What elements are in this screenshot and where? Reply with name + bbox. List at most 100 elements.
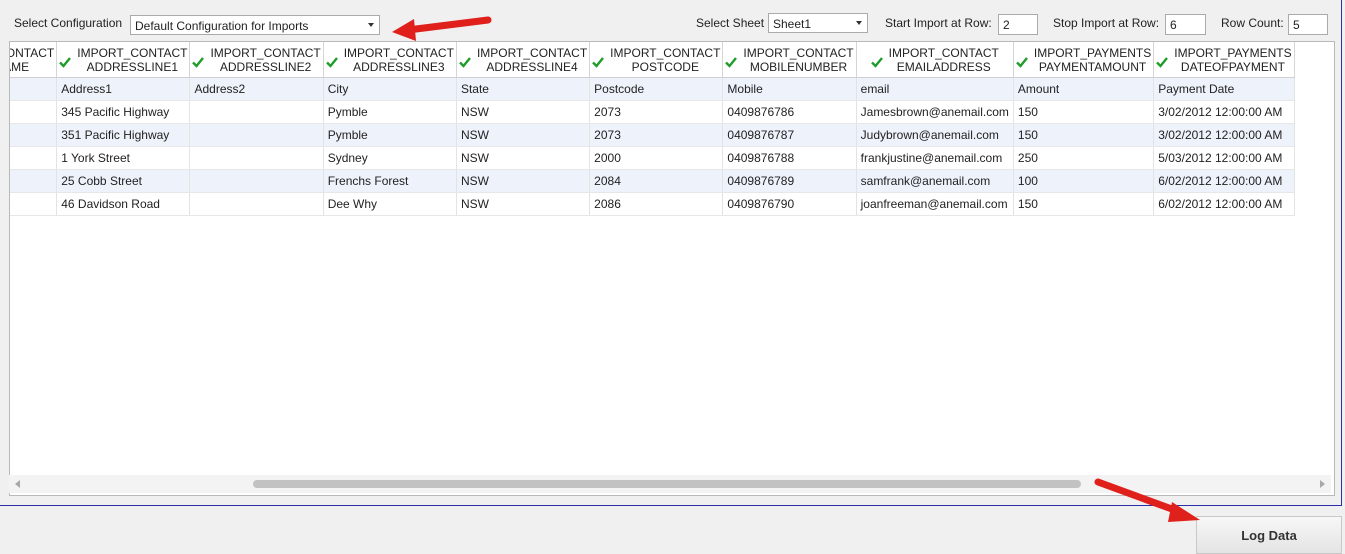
column-header[interactable]: IMPORT_CONTACT ADDRESSLINE3 xyxy=(323,42,457,78)
table-cell[interactable]: NSW xyxy=(456,169,591,193)
table-cell[interactable] xyxy=(189,146,324,170)
table-cell[interactable]: 5/03/2012 12:00:00 AM xyxy=(1153,146,1295,170)
table-cell[interactable]: Address2 xyxy=(189,77,324,101)
table-cell[interactable]: NSW xyxy=(456,100,591,124)
table-cell[interactable]: Jamesbrown@anemail.com xyxy=(856,100,1014,124)
column-header[interactable]: IMPORT_CONTACT EMAILADDRESS xyxy=(856,42,1014,78)
table-row[interactable]: 345 Pacific Highway Pymble NSW 2073 04098767… xyxy=(10,100,1295,124)
table-cell[interactable]: email xyxy=(856,77,1014,101)
table-cell[interactable]: 345 Pacific Highway xyxy=(56,100,191,124)
column-header[interactable]: IMPORT_CONTACT ADDRESSLINE4 xyxy=(456,42,591,78)
scrollbar-thumb[interactable] xyxy=(253,480,1081,488)
checkmark-icon xyxy=(192,57,205,69)
table-cell[interactable]: 150 xyxy=(1013,100,1155,124)
table-cell[interactable]: State xyxy=(456,77,591,101)
table-row[interactable]: 25 Cobb Street Frenchs Forest NSW 2084 04098… xyxy=(10,169,1295,193)
table-cell[interactable] xyxy=(189,192,324,216)
sheet-select[interactable]: Sheet1 xyxy=(768,13,868,33)
table-cell[interactable]: 3/02/2012 12:00:00 AM xyxy=(1153,123,1295,147)
table-cell[interactable]: frankjustine@anemail.com xyxy=(856,146,1014,170)
column-table-name: IMPORT_PAYMENTS xyxy=(1174,45,1292,60)
annotation-arrow-icon xyxy=(1094,478,1200,522)
scroll-right-icon[interactable] xyxy=(1320,480,1325,488)
table-cell[interactable]: 0409876787 xyxy=(722,123,857,147)
table-cell[interactable]: Judybrown@anemail.com xyxy=(856,123,1014,147)
scroll-left-icon[interactable] xyxy=(15,480,20,488)
table-cell[interactable]: 2073 xyxy=(589,100,724,124)
table-cell[interactable]: 2084 xyxy=(589,169,724,193)
column-table-name: IMPORT_CONTACT xyxy=(743,45,854,60)
table-cell[interactable]: 100 xyxy=(1013,169,1155,193)
table-cell[interactable]: 150 xyxy=(1013,192,1155,216)
table-cell[interactable]: Pymble xyxy=(323,123,457,147)
table-cell[interactable]: Amount xyxy=(1013,77,1155,101)
table-cell[interactable] xyxy=(10,100,58,124)
column-table-name: IMPORT_CONTACT xyxy=(610,45,721,60)
log-data-button[interactable]: Log Data xyxy=(1196,516,1342,554)
table-cell[interactable]: 2000 xyxy=(589,146,724,170)
table-cell[interactable]: 3/02/2012 12:00:00 AM xyxy=(1153,100,1295,124)
column-header[interactable]: IMPORT_CONTACT ADDRESSLINE1 xyxy=(56,42,191,78)
table-cell[interactable]: Address1 xyxy=(56,77,191,101)
column-header[interactable]: IMPORT_CONTACTSURNAME xyxy=(10,42,58,78)
table-cell[interactable]: 351 Pacific Highway xyxy=(56,123,191,147)
table-row[interactable]: 46 Davidson Road Dee Why NSW 2086 0409876790… xyxy=(10,192,1295,216)
table-cell[interactable] xyxy=(10,192,58,216)
table-cell[interactable]: Mobile xyxy=(722,77,857,101)
table-cell[interactable]: 250 xyxy=(1013,146,1155,170)
table-cell[interactable]: Pymble xyxy=(323,100,457,124)
table-cell[interactable]: 0409876786 xyxy=(722,100,857,124)
table-cell[interactable]: 2073 xyxy=(589,123,724,147)
table-cell[interactable]: Payment Date xyxy=(1153,77,1295,101)
table-cell[interactable]: Dee Why xyxy=(323,192,457,216)
table-cell[interactable] xyxy=(10,77,58,101)
column-header[interactable]: IMPORT_PAYMENTS DATEOFPAYMENT xyxy=(1153,42,1295,78)
column-header[interactable]: IMPORT_CONTACT POSTCODE xyxy=(589,42,724,78)
column-header[interactable]: IMPORT_CONTACT ADDRESSLINE2 xyxy=(189,42,324,78)
table-cell[interactable]: Sydney xyxy=(323,146,457,170)
import-data-grid[interactable]: IMPORT_CONTACTSURNAMEIMPORT_CONTACTADDRE… xyxy=(9,41,1335,496)
table-cell[interactable]: 0409876789 xyxy=(722,169,857,193)
table-cell[interactable] xyxy=(10,146,58,170)
source-header-row[interactable]: Address1 Address2 City State Postcode Mobile e… xyxy=(10,77,1295,101)
table-cell[interactable]: Postcode xyxy=(589,77,724,101)
table-cell[interactable]: City xyxy=(323,77,457,101)
checkmark-icon xyxy=(459,57,471,69)
table-cell[interactable]: 2086 xyxy=(589,192,724,216)
column-header-label: IMPORT_CONTACT ADDRESSLINE1 xyxy=(77,46,187,74)
data-table: IMPORT_CONTACTSURNAMEIMPORT_CONTACTADDRE… xyxy=(10,42,1295,216)
column-header[interactable]: IMPORT_PAYMENTS PAYMENTAMOUNT xyxy=(1013,42,1155,78)
table-cell[interactable]: 6/02/2012 12:00:00 AM xyxy=(1153,169,1295,193)
table-cell[interactable]: 25 Cobb Street xyxy=(56,169,191,193)
start-row-input[interactable]: 2 xyxy=(998,14,1038,35)
column-header[interactable]: IMPORT_CONTACT MOBILENUMBER xyxy=(722,42,857,78)
table-cell[interactable] xyxy=(189,169,324,193)
row-count-label: Row Count: xyxy=(1221,16,1284,30)
table-cell[interactable] xyxy=(10,169,58,193)
table-row[interactable]: 351 Pacific Highway Pymble NSW 2073 04098767… xyxy=(10,123,1295,147)
table-cell[interactable]: NSW xyxy=(456,192,591,216)
configuration-select[interactable]: Default Configuration for Imports xyxy=(130,15,380,35)
table-cell[interactable]: NSW xyxy=(456,146,591,170)
table-cell[interactable]: Frenchs Forest xyxy=(323,169,457,193)
column-header-label: IMPORT_CONTACT MOBILENUMBER xyxy=(743,46,853,74)
table-cell[interactable]: samfrank@anemail.com xyxy=(856,169,1014,193)
table-row[interactable]: 1 York Street Sydney NSW 2000 0409876788 fran… xyxy=(10,146,1295,170)
checkmark-icon xyxy=(725,57,738,69)
row-count-value: 5 xyxy=(1288,14,1328,35)
column-field-name: ADDRESSLINE3 xyxy=(353,59,445,74)
table-cell[interactable]: 46 Davidson Road xyxy=(56,192,191,216)
column-table-name: IMPORT_PAYMENTS xyxy=(1033,45,1152,60)
table-cell[interactable] xyxy=(189,100,324,124)
table-cell[interactable]: 6/02/2012 12:00:00 AM xyxy=(1153,192,1295,216)
table-cell[interactable]: 0409876790 xyxy=(722,192,857,216)
table-cell[interactable] xyxy=(189,123,324,147)
table-cell[interactable]: joanfreeman@anemail.com xyxy=(856,192,1014,216)
table-cell[interactable]: 1 York Street xyxy=(56,146,191,170)
column-table-name: IMPORT_CONTACT xyxy=(210,45,321,60)
table-cell[interactable]: NSW xyxy=(456,123,591,147)
table-cell[interactable] xyxy=(10,123,58,147)
stop-row-input[interactable]: 6 xyxy=(1165,14,1206,35)
table-cell[interactable]: 0409876788 xyxy=(722,146,857,170)
table-cell[interactable]: 150 xyxy=(1013,123,1155,147)
